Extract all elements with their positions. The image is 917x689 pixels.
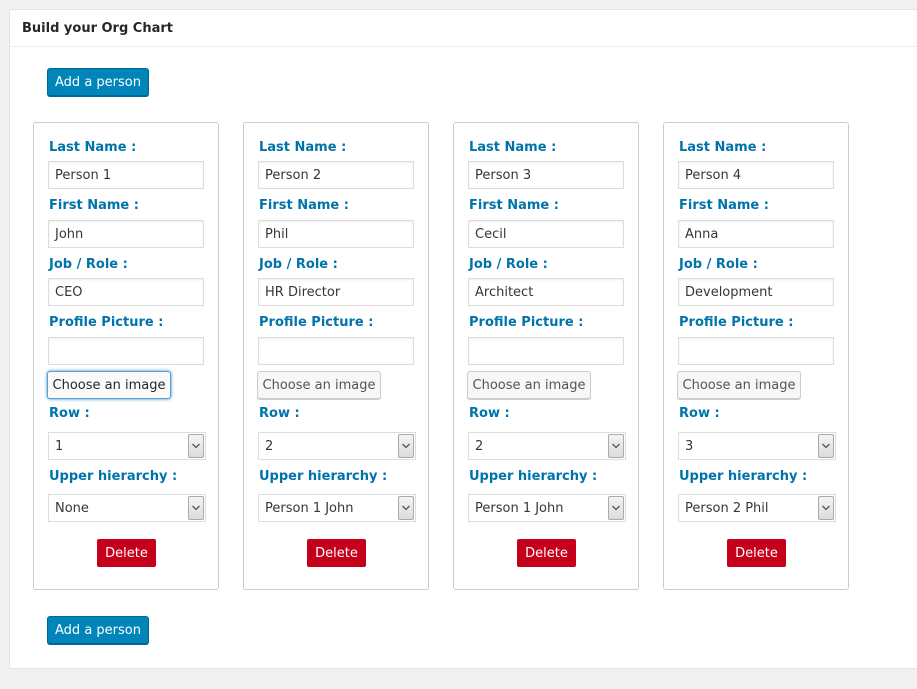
last-name-input[interactable]: Person 3 bbox=[468, 161, 624, 189]
person-card-1: Last Name : Person 1 First Name : John J… bbox=[33, 122, 219, 590]
first-name-label: First Name : bbox=[469, 198, 559, 213]
profile-picture-input[interactable] bbox=[48, 337, 204, 365]
upper-hierarchy-select[interactable]: Person 2 Phil bbox=[678, 494, 836, 522]
row-select[interactable]: 3 bbox=[678, 432, 836, 460]
first-name-input[interactable]: John bbox=[48, 220, 204, 248]
upper-hierarchy-label: Upper hierarchy : bbox=[679, 469, 808, 484]
choose-image-button[interactable]: Choose an image bbox=[257, 371, 381, 399]
last-name-input[interactable]: Person 1 bbox=[48, 161, 204, 189]
profile-picture-input[interactable] bbox=[678, 337, 834, 365]
add-person-button-bottom[interactable]: Add a person bbox=[47, 616, 149, 644]
row-label: Row : bbox=[469, 406, 510, 421]
profile-picture-label: Profile Picture : bbox=[679, 315, 794, 330]
upper-hierarchy-label: Upper hierarchy : bbox=[49, 469, 178, 484]
job-role-label: Job / Role : bbox=[679, 257, 758, 272]
delete-button[interactable]: Delete bbox=[517, 539, 576, 567]
chevron-down-icon[interactable] bbox=[818, 496, 834, 520]
choose-image-button[interactable]: Choose an image bbox=[47, 371, 171, 399]
job-role-label: Job / Role : bbox=[469, 257, 548, 272]
row-label: Row : bbox=[259, 406, 300, 421]
person-card-4: Last Name : Person 4 First Name : Anna J… bbox=[663, 122, 849, 590]
upper-hierarchy-select[interactable]: None bbox=[48, 494, 206, 522]
last-name-input[interactable]: Person 2 bbox=[258, 161, 414, 189]
chevron-down-icon[interactable] bbox=[818, 434, 834, 458]
chevron-down-icon[interactable] bbox=[398, 496, 414, 520]
first-name-input[interactable]: Phil bbox=[258, 220, 414, 248]
chevron-down-icon[interactable] bbox=[398, 434, 414, 458]
org-chart-panel: Build your Org Chart Add a person Last N… bbox=[9, 9, 917, 669]
row-select-value: 2 bbox=[265, 439, 274, 454]
first-name-label: First Name : bbox=[679, 198, 769, 213]
chevron-down-icon[interactable] bbox=[608, 496, 624, 520]
choose-image-button[interactable]: Choose an image bbox=[677, 371, 801, 399]
upper-hierarchy-value: Person 2 Phil bbox=[685, 501, 769, 516]
upper-hierarchy-label: Upper hierarchy : bbox=[259, 469, 388, 484]
profile-picture-label: Profile Picture : bbox=[49, 315, 164, 330]
last-name-label: Last Name : bbox=[259, 140, 347, 155]
row-label: Row : bbox=[49, 406, 90, 421]
job-role-input[interactable]: HR Director bbox=[258, 278, 414, 306]
first-name-label: First Name : bbox=[49, 198, 139, 213]
upper-hierarchy-label: Upper hierarchy : bbox=[469, 469, 598, 484]
last-name-label: Last Name : bbox=[469, 140, 557, 155]
row-select-value: 3 bbox=[685, 439, 694, 454]
job-role-input[interactable]: Development bbox=[678, 278, 834, 306]
last-name-label: Last Name : bbox=[679, 140, 767, 155]
upper-hierarchy-value: Person 1 John bbox=[265, 501, 354, 516]
choose-image-button[interactable]: Choose an image bbox=[467, 371, 591, 399]
profile-picture-input[interactable] bbox=[468, 337, 624, 365]
upper-hierarchy-select[interactable]: Person 1 John bbox=[258, 494, 416, 522]
row-select[interactable]: 2 bbox=[258, 432, 416, 460]
person-card-3: Last Name : Person 3 First Name : Cecil … bbox=[453, 122, 639, 590]
job-role-label: Job / Role : bbox=[49, 257, 128, 272]
delete-button[interactable]: Delete bbox=[97, 539, 156, 567]
row-label: Row : bbox=[679, 406, 720, 421]
last-name-input[interactable]: Person 4 bbox=[678, 161, 834, 189]
upper-hierarchy-select[interactable]: Person 1 John bbox=[468, 494, 626, 522]
chevron-down-icon[interactable] bbox=[188, 434, 204, 458]
job-role-input[interactable]: Architect bbox=[468, 278, 624, 306]
add-person-button-top[interactable]: Add a person bbox=[47, 68, 149, 96]
job-role-input[interactable]: CEO bbox=[48, 278, 204, 306]
person-card-2: Last Name : Person 2 First Name : Phil J… bbox=[243, 122, 429, 590]
job-role-label: Job / Role : bbox=[259, 257, 338, 272]
last-name-label: Last Name : bbox=[49, 140, 137, 155]
delete-button[interactable]: Delete bbox=[727, 539, 786, 567]
upper-hierarchy-value: Person 1 John bbox=[475, 501, 564, 516]
delete-button[interactable]: Delete bbox=[307, 539, 366, 567]
first-name-input[interactable]: Anna bbox=[678, 220, 834, 248]
profile-picture-label: Profile Picture : bbox=[469, 315, 584, 330]
first-name-input[interactable]: Cecil bbox=[468, 220, 624, 248]
chevron-down-icon[interactable] bbox=[188, 496, 204, 520]
row-select[interactable]: 1 bbox=[48, 432, 206, 460]
row-select-value: 2 bbox=[475, 439, 484, 454]
upper-hierarchy-value: None bbox=[55, 501, 89, 516]
chevron-down-icon[interactable] bbox=[608, 434, 624, 458]
row-select-value: 1 bbox=[55, 439, 64, 454]
profile-picture-label: Profile Picture : bbox=[259, 315, 374, 330]
first-name-label: First Name : bbox=[259, 198, 349, 213]
profile-picture-input[interactable] bbox=[258, 337, 414, 365]
panel-title: Build your Org Chart bbox=[10, 10, 917, 47]
row-select[interactable]: 2 bbox=[468, 432, 626, 460]
